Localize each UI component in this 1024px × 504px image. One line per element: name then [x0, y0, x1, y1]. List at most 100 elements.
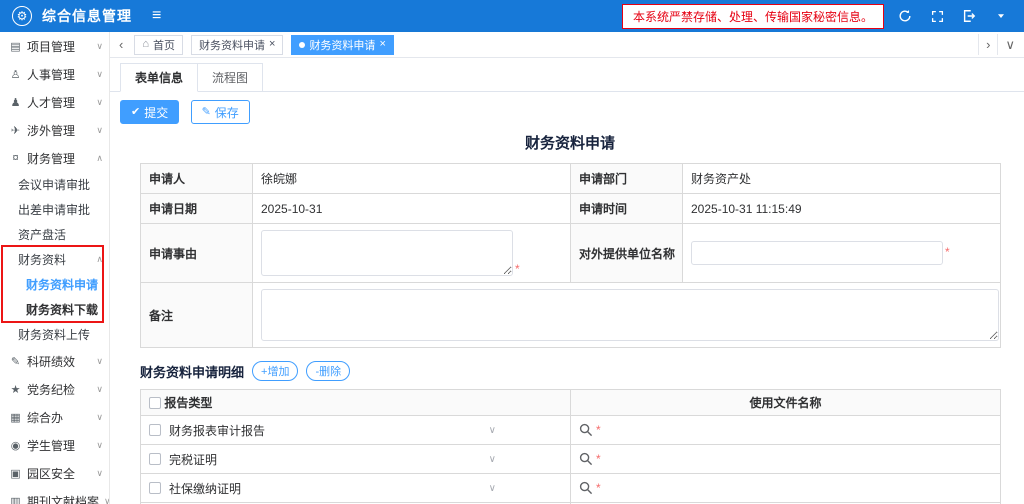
chevron-down-icon: ∨	[96, 124, 103, 135]
form-tab-bar: 表单信息 流程图	[110, 63, 1024, 92]
required-asterisk: *	[596, 452, 601, 466]
sidebar-item-label: 党务纪检	[27, 382, 76, 397]
report-type-select[interactable]: 财务报表审计报告	[169, 422, 265, 439]
report-type-column-header: 报告类型	[164, 396, 213, 410]
apply-date-label: 申请日期	[140, 193, 253, 224]
tab-form-info[interactable]: 表单信息	[120, 63, 199, 92]
required-asterisk: *	[596, 423, 601, 437]
sidebar-item-label: 财务资料下载	[26, 303, 99, 317]
project-icon: ▤	[10, 40, 21, 53]
row-checkbox[interactable]	[149, 482, 161, 494]
close-icon[interactable]: ×	[269, 39, 275, 50]
delete-row-button[interactable]: -删除	[306, 361, 351, 381]
file-search-icon[interactable]	[579, 452, 593, 466]
department-value: 财务资产处	[682, 163, 1001, 194]
currency-icon: ¤	[12, 152, 19, 164]
sidebar-item-asset-activation[interactable]: 资产盘活	[0, 222, 109, 247]
sidebar-item-meeting-approval[interactable]: 会议申请审批	[0, 172, 109, 197]
applicant-label: 申请人	[140, 163, 253, 194]
row-checkbox[interactable]	[149, 453, 161, 465]
reason-textarea[interactable]	[261, 230, 513, 276]
user-menu-caret-icon[interactable]	[990, 5, 1012, 27]
apply-time-label: 申请时间	[570, 193, 683, 224]
chevron-down-icon: ∨	[488, 482, 496, 494]
person-icon: ♙	[10, 68, 21, 81]
sidebar-item-label: 人才管理	[27, 95, 76, 110]
app-title: 综合信息管理	[42, 8, 132, 24]
application-form-table: 申请人 徐皖娜 申请部门 财务资产处 申请日期 2025-10-31 申请时间 …	[140, 163, 1001, 348]
tab-flow-chart[interactable]: 流程图	[198, 63, 264, 92]
sidebar: ▤ 项目管理 ∨ ♙ 人事管理 ∨ ♟ 人才管理 ∨ ✈ 涉外管理 ∨ ¤ 财务…	[0, 32, 110, 504]
chevron-down-icon: ∨	[96, 40, 103, 51]
tags-scroll-right-icon[interactable]: ›	[978, 34, 997, 55]
reason-label: 申请事由	[140, 223, 253, 283]
sidebar-item-campus-security[interactable]: ▣ 园区安全 ∨	[0, 459, 109, 487]
fullscreen-icon[interactable]	[926, 5, 948, 27]
sidebar-item-finance-docs[interactable]: 财务资料 ∧	[0, 247, 109, 272]
sidebar-item-journal-archive[interactable]: ▥ 期刊文献档案 ∨	[0, 487, 109, 504]
sidebar-item-project-mgmt[interactable]: ▤ 项目管理 ∨	[0, 32, 109, 60]
chevron-up-icon: ∧	[96, 254, 103, 264]
sidebar-item-finance-doc-download[interactable]: 财务资料下载	[0, 297, 109, 322]
remark-textarea[interactable]	[261, 289, 999, 341]
tab-finance-doc-apply-inactive[interactable]: 财务资料申请 ×	[191, 34, 284, 55]
detail-row-audit-report: 财务报表审计报告 ∨ *	[140, 415, 1001, 445]
tab-finance-doc-apply-active[interactable]: 财务资料申请 ×	[291, 34, 394, 55]
sidebar-item-talent-mgmt[interactable]: ♟ 人才管理 ∨	[0, 88, 109, 116]
sidebar-item-trip-approval[interactable]: 出差申请审批	[0, 197, 109, 222]
sidebar-item-foreign-affairs[interactable]: ✈ 涉外管理 ∨	[0, 116, 109, 144]
file-name-column-header: 使用文件名称	[570, 389, 1001, 416]
detail-table: 报告类型 使用文件名称 财务报表审计报告 ∨ * 完税证明 ∨ * 社保缴纳证明…	[140, 389, 1001, 504]
sidebar-item-general-office[interactable]: ▦ 综合办 ∨	[0, 403, 109, 431]
add-row-button[interactable]: +增加	[252, 361, 299, 381]
check-icon: ✔	[131, 105, 141, 118]
chevron-down-icon: ∨	[96, 411, 103, 422]
security-warning-banner: 本系统严禁存储、处理、传输国家秘密信息。	[621, 3, 884, 29]
detail-row-social-insurance: 社保缴纳证明 ∨ *	[140, 473, 1001, 503]
row-checkbox[interactable]	[149, 424, 161, 436]
pencil-icon: ✎	[10, 355, 21, 368]
chevron-down-icon: ∨	[488, 453, 496, 465]
department-label: 申请部门	[570, 163, 683, 194]
detail-row-tax-certificate: 完税证明 ∨ *	[140, 444, 1001, 474]
sidebar-item-finance-mgmt[interactable]: ¤ 财务管理 ∧	[0, 144, 109, 172]
save-button[interactable]: ✎ 保存	[190, 100, 250, 124]
sidebar-item-finance-doc-upload[interactable]: 财务资料上传	[0, 322, 109, 347]
active-tab-dot	[299, 41, 306, 48]
sidebar-toggle-icon[interactable]: ≡	[152, 8, 161, 24]
sidebar-item-label: 财务管理	[27, 151, 76, 166]
tab-label: 财务资料申请	[309, 39, 376, 52]
detail-section-header: 财务资料申请明细 +增加 -删除	[140, 361, 1024, 381]
file-search-icon[interactable]	[579, 423, 593, 437]
tab-label: 财务资料申请	[199, 39, 265, 52]
close-icon[interactable]: ×	[379, 39, 385, 50]
tags-scroll-left-icon[interactable]: ‹	[116, 38, 126, 51]
sidebar-item-label: 财务资料申请	[26, 278, 99, 292]
sidebar-item-student-mgmt[interactable]: ◉ 学生管理 ∨	[0, 431, 109, 459]
sidebar-item-research-performance[interactable]: ✎ 科研绩效 ∨	[0, 347, 109, 375]
sidebar-item-label: 科研绩效	[27, 354, 76, 369]
report-type-select[interactable]: 社保缴纳证明	[169, 480, 241, 497]
tab-home[interactable]: ⌂ 首页	[134, 34, 183, 55]
report-type-select[interactable]: 完税证明	[169, 451, 217, 468]
sidebar-item-label: 财务资料	[18, 253, 67, 267]
sidebar-item-party-discipline[interactable]: ★ 党务纪检 ∨	[0, 375, 109, 403]
sidebar-item-label: 园区安全	[27, 466, 76, 481]
external-unit-input[interactable]	[691, 241, 943, 265]
select-all-checkbox[interactable]	[149, 397, 161, 409]
save-label: 保存	[214, 105, 239, 120]
applicant-value: 徐皖娜	[252, 163, 571, 194]
apply-time-value: 2025-10-31 11:15:49	[682, 193, 1001, 224]
submit-button[interactable]: ✔ 提交	[120, 100, 180, 124]
tags-menu-caret-icon[interactable]: ∨	[997, 34, 1022, 55]
form-row-reason: 申请事由 * 对外提供单位名称 *	[140, 223, 1001, 283]
chevron-down-icon: ∨	[96, 467, 103, 478]
sidebar-item-hr-mgmt[interactable]: ♙ 人事管理 ∨	[0, 60, 109, 88]
logout-icon[interactable]	[958, 5, 980, 27]
chevron-down-icon: ∨	[96, 383, 103, 394]
file-search-icon[interactable]	[579, 481, 593, 495]
chevron-down-icon: ∨	[96, 439, 103, 450]
sidebar-item-finance-doc-apply[interactable]: 财务资料申请	[0, 272, 109, 297]
refresh-icon[interactable]	[894, 5, 916, 27]
toolbar: ✔ 提交 ✎ 保存	[110, 92, 1024, 130]
